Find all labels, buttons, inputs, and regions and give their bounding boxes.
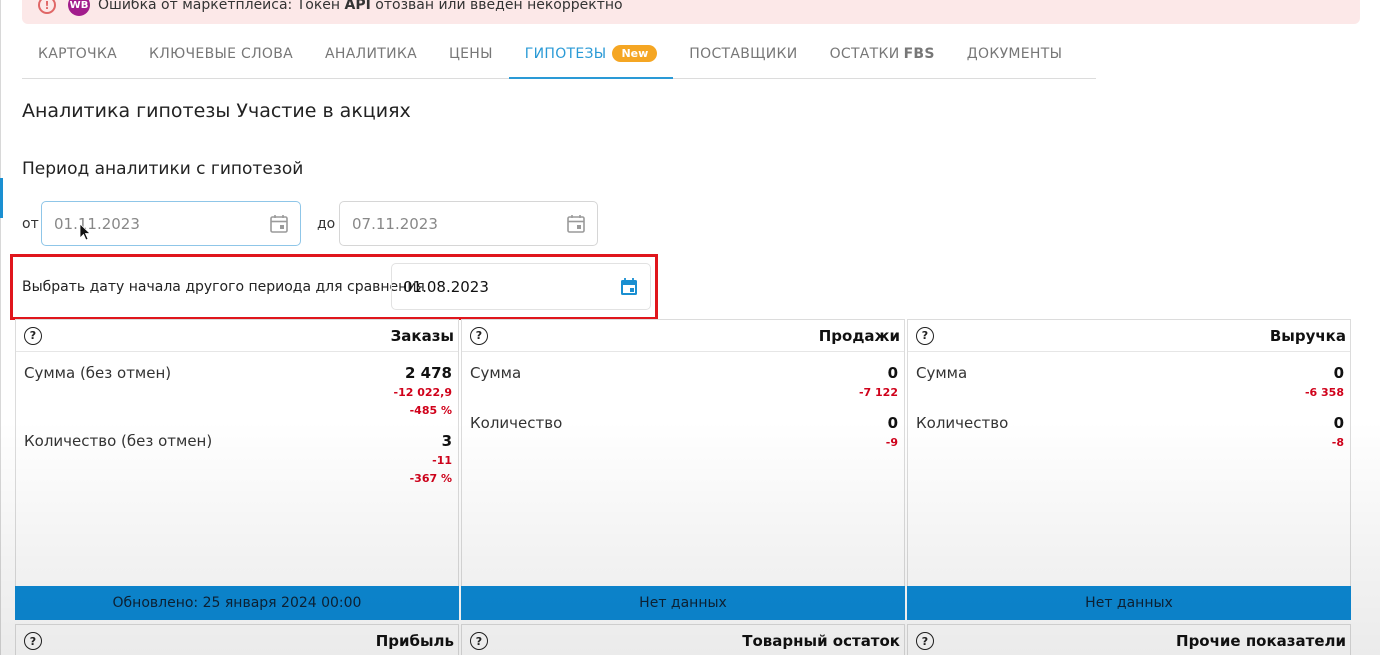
tab-documents[interactable]: ДОКУМЕНТЫ: [951, 30, 1078, 79]
marketplace-logo-icon: WB: [68, 0, 90, 16]
card-header: ? Товарный остаток: [462, 625, 904, 655]
metric-label: Количество: [916, 414, 1009, 432]
metric-delta-percent: -367 %: [409, 472, 452, 485]
tab-label: АНАЛИТИКА: [325, 46, 417, 62]
tab-label: ГИПОТЕЗЫ: [524, 45, 607, 62]
orders-card: ? Заказы Сумма (без отмен) 2 478 -12 022…: [15, 319, 459, 620]
metric-label: Сумма: [916, 364, 968, 382]
tab-prices[interactable]: ЦЕНЫ: [433, 30, 509, 79]
metric-label: Количество: [470, 414, 563, 432]
metric-label: Сумма (без отмен): [24, 364, 172, 382]
metric-row: Сумма (без отмен) 2 478 -12 022,9 -485 %: [24, 364, 452, 424]
card-title: Выручка: [1269, 326, 1346, 345]
alert-text-bold: API: [344, 0, 371, 13]
metric-row: Количество 0 -8: [916, 414, 1344, 459]
metric-row: Сумма 0 -6 358: [916, 364, 1344, 409]
card-header: ? Выручка: [908, 320, 1350, 352]
metric-value: 2 478: [405, 364, 452, 382]
calendar-icon[interactable]: [270, 214, 288, 233]
metric-delta-percent: -485 %: [409, 404, 452, 417]
card-header: ? Продажи: [462, 320, 904, 352]
tab-label-suffix: FBS: [903, 46, 935, 62]
other-metrics-card: ? Прочие показатели: [907, 624, 1351, 655]
card-header: ? Прибыль: [16, 625, 458, 655]
new-badge: New: [612, 45, 658, 62]
metric-delta: -8: [1331, 436, 1344, 449]
metric-label: Количество (без отмен): [24, 432, 213, 450]
period-title: Период аналитики с гипотезой: [22, 159, 304, 179]
from-label: от: [22, 216, 39, 232]
card-footer-status: Нет данных: [461, 586, 905, 620]
sales-card: ? Продажи Сумма 0 -7 122 Количество 0 -9…: [461, 319, 905, 620]
metric-row: Сумма 0 -7 122: [470, 364, 898, 409]
date-to-field[interactable]: 07.11.2023: [339, 201, 598, 246]
tab-label: ОСТАТКИ: [829, 46, 900, 62]
metric-value: 3: [441, 432, 452, 450]
card-title: Товарный остаток: [742, 632, 900, 650]
tab-label: КАРТОЧКА: [38, 46, 118, 62]
card-header: ? Прочие показатели: [908, 625, 1350, 655]
question-circle-icon[interactable]: ?: [24, 632, 42, 650]
metric-delta: -9: [885, 436, 898, 449]
alert-text-prefix: Ошибка от маркетплейса: Токен: [98, 0, 345, 13]
calendar-icon[interactable]: [567, 214, 585, 233]
tab-card[interactable]: КАРТОЧКА: [22, 30, 133, 79]
stock-card: ? Товарный остаток: [461, 624, 905, 655]
question-circle-icon[interactable]: ?: [916, 632, 934, 650]
compare-date-field[interactable]: 01.08.2023: [391, 263, 651, 310]
tab-fbs-stock[interactable]: ОСТАТКИ FBS: [814, 30, 951, 79]
question-circle-icon[interactable]: ?: [470, 326, 488, 345]
card-title: Прочие показатели: [1176, 632, 1346, 650]
to-label: до: [317, 216, 336, 232]
metric-delta: -6 358: [1304, 386, 1344, 399]
revenue-card: ? Выручка Сумма 0 -6 358 Количество 0 -8…: [907, 319, 1351, 620]
compare-date-value: 01.08.2023: [403, 277, 489, 296]
question-circle-icon[interactable]: ?: [470, 632, 488, 650]
card-header: ? Заказы: [16, 320, 458, 352]
tab-bar: КАРТОЧКА КЛЮЧЕВЫЕ СЛОВА АНАЛИТИКА ЦЕНЫ Г…: [22, 30, 1096, 79]
tab-label: КЛЮЧЕВЫЕ СЛОВА: [149, 46, 294, 62]
alert-text: Ошибка от маркетплейса: Токен API отозва…: [98, 0, 623, 13]
tab-hypotheses[interactable]: ГИПОТЕЗЫ New: [508, 30, 674, 79]
metric-label: Сумма: [470, 364, 522, 382]
metric-delta: -12 022,9: [393, 386, 453, 399]
page: ! WB Ошибка от маркетплейса: Токен API о…: [0, 0, 1380, 655]
tab-keywords[interactable]: КЛЮЧЕВЫЕ СЛОВА: [133, 30, 309, 79]
metric-row: Количество (без отмен) 3 -11 -367 %: [24, 432, 452, 492]
card-footer-status: Обновлено: 25 января 2024 00:00: [15, 586, 459, 620]
card-title: Прибыль: [375, 632, 454, 650]
calendar-icon[interactable]: [620, 277, 638, 296]
tab-suppliers[interactable]: ПОСТАВЩИКИ: [673, 30, 813, 79]
metric-value: 0: [887, 414, 898, 432]
card-footer-status: Нет данных: [907, 586, 1351, 620]
tab-analytics[interactable]: АНАЛИТИКА: [309, 30, 433, 79]
profit-card: ? Прибыль: [15, 624, 459, 655]
alert-text-suffix: отозван или введен некорректно: [370, 0, 623, 13]
card-title: Заказы: [390, 326, 454, 345]
card-title: Продажи: [818, 326, 900, 345]
question-circle-icon[interactable]: ?: [916, 326, 934, 345]
metric-row: Количество 0 -9: [470, 414, 898, 459]
left-border: [0, 0, 1, 655]
sidebar-accent: [0, 178, 3, 218]
mouse-cursor-icon: [79, 223, 91, 241]
metric-delta: -11: [432, 454, 452, 467]
compare-period-label: Выбрать дату начала другого периода для …: [22, 279, 425, 295]
metric-delta: -7 122: [858, 386, 898, 399]
metric-value: 0: [1333, 414, 1344, 432]
tab-label: ДОКУМЕНТЫ: [966, 46, 1063, 62]
page-title: Аналитика гипотезы Участие в акциях: [22, 100, 411, 122]
warning-icon: !: [38, 0, 56, 14]
date-to-value: 07.11.2023: [352, 214, 438, 233]
error-alert: ! WB Ошибка от маркетплейса: Токен API о…: [22, 0, 1360, 24]
tab-label: ЦЕНЫ: [448, 46, 493, 62]
compare-period-highlight: Выбрать дату начала другого периода для …: [10, 254, 658, 320]
tab-label: ПОСТАВЩИКИ: [689, 46, 798, 62]
question-circle-icon[interactable]: ?: [24, 326, 42, 345]
metric-value: 0: [887, 364, 898, 382]
metric-value: 0: [1333, 364, 1344, 382]
date-from-value: 01.11.2023: [54, 214, 140, 233]
